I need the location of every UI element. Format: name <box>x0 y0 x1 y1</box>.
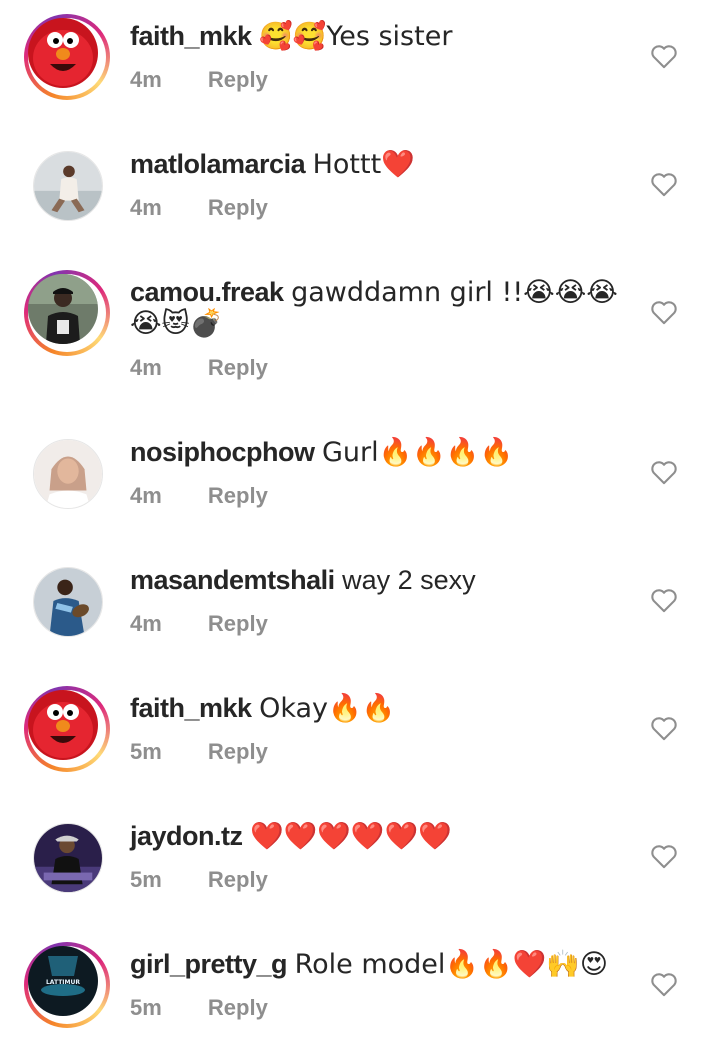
comment-username[interactable]: nosiphocphow <box>130 437 315 467</box>
comment-time: 4m <box>130 611 162 636</box>
comment-time: 5m <box>130 867 162 892</box>
comment-time: 4m <box>130 483 162 508</box>
avatar[interactable] <box>24 558 110 644</box>
comment-username[interactable]: girl_pretty_g <box>130 949 288 979</box>
like-heart-icon[interactable] <box>650 843 678 869</box>
comment-text: Role model🔥🔥❤️🙌😍 <box>294 949 609 980</box>
comment-username[interactable]: camou.freak <box>130 277 284 307</box>
elmo-avatar-icon <box>28 690 98 760</box>
comment-text: 🥰🥰Yes sister <box>259 21 453 52</box>
comment-text: Okay🔥🔥 <box>259 693 396 724</box>
avatar[interactable] <box>24 14 110 100</box>
avatar[interactable] <box>24 270 110 356</box>
like-heart-icon[interactable] <box>650 971 678 997</box>
man-cap-avatar-icon <box>28 274 98 344</box>
comment-time: 4m <box>130 67 162 92</box>
reply-button[interactable]: Reply <box>208 867 268 892</box>
comment-text: gawddamn girl !!😭😭😭 <box>291 277 618 308</box>
man-purple-avatar-icon <box>34 824 102 892</box>
elmo-avatar-icon <box>28 18 98 88</box>
comment-text: Gurl🔥🔥🔥🔥 <box>322 437 514 468</box>
like-heart-icon[interactable] <box>650 43 678 69</box>
avatar[interactable] <box>24 430 110 516</box>
comment-username[interactable]: matlolamarcia <box>130 149 306 179</box>
comment-time: 5m <box>130 739 162 764</box>
comment-text: Hottt❤️ <box>312 149 415 180</box>
reply-button[interactable]: Reply <box>208 739 268 764</box>
comment-username[interactable]: jaydon.tz <box>130 821 243 851</box>
reply-button[interactable]: Reply <box>208 611 268 636</box>
comment-time: 4m <box>130 355 162 380</box>
comment-username[interactable]: faith_mkk <box>130 21 252 51</box>
like-heart-icon[interactable] <box>650 587 678 613</box>
comment-username[interactable]: masandemtshali <box>130 565 335 595</box>
like-heart-icon[interactable] <box>650 171 678 197</box>
avatar[interactable] <box>24 142 110 228</box>
like-heart-icon[interactable] <box>650 299 678 325</box>
reply-button[interactable]: Reply <box>208 995 268 1020</box>
comment-text: way 2 sexy <box>342 565 476 595</box>
comment-time: 5m <box>130 995 162 1020</box>
woman-portrait-avatar-icon <box>34 440 102 508</box>
comment-text: ❤️❤️❤️❤️❤️❤️ <box>250 821 452 852</box>
avatar[interactable] <box>24 814 110 900</box>
reply-button[interactable]: Reply <box>208 483 268 508</box>
like-heart-icon[interactable] <box>650 715 678 741</box>
avatar[interactable]: LATTIMUR <box>24 942 110 1028</box>
like-heart-icon[interactable] <box>650 459 678 485</box>
comment-text-continued: 😭😻💣 <box>130 308 224 339</box>
reply-button[interactable]: Reply <box>208 67 268 92</box>
lattimur-logo-avatar-icon: LATTIMUR <box>28 946 98 1016</box>
reply-button[interactable]: Reply <box>208 195 268 220</box>
woman-sitting-avatar-icon <box>34 152 102 220</box>
reply-button[interactable]: Reply <box>208 355 268 380</box>
avatar-logo-text: LATTIMUR <box>46 979 80 986</box>
comment-time: 4m <box>130 195 162 220</box>
comment-username[interactable]: faith_mkk <box>130 693 252 723</box>
avatar[interactable] <box>24 686 110 772</box>
rugby-player-avatar-icon <box>34 568 102 636</box>
